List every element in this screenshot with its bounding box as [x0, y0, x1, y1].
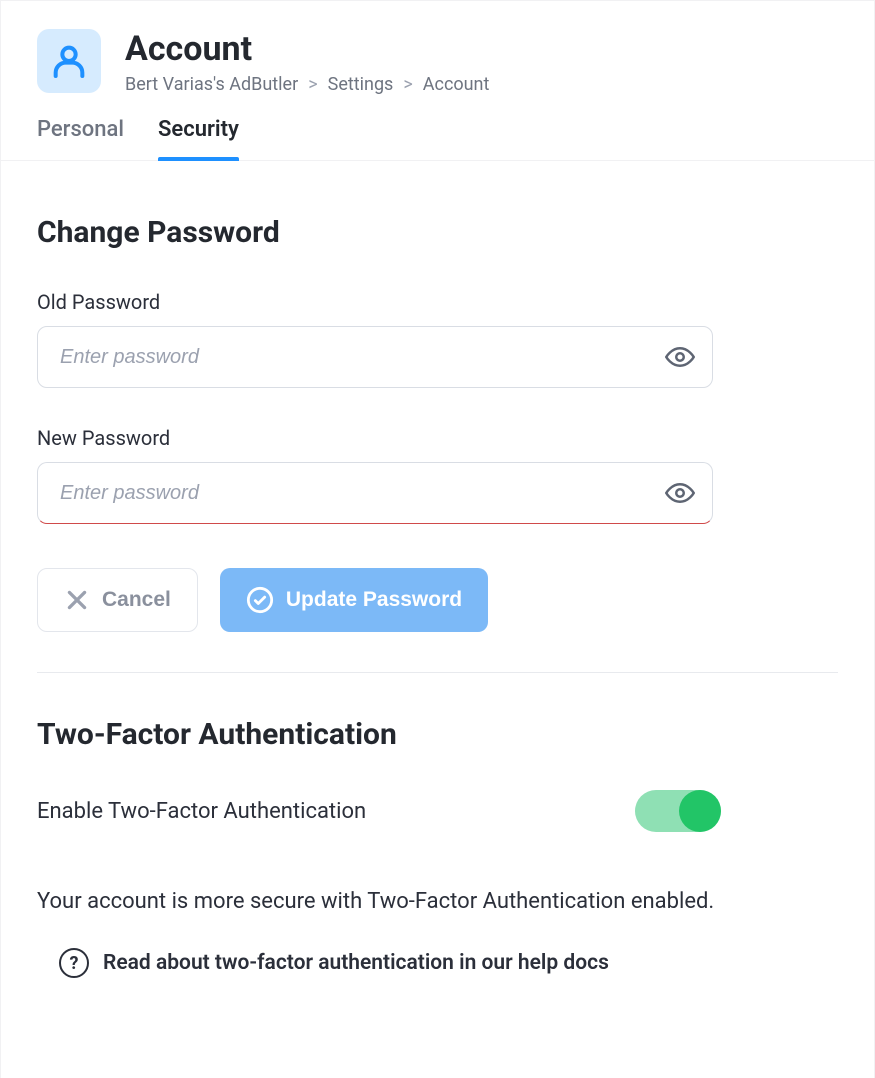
eye-icon[interactable] — [665, 478, 695, 508]
new-password-input[interactable] — [37, 462, 713, 524]
tfa-toggle-label: Enable Two-Factor Authentication — [37, 799, 366, 824]
two-factor-section: Two-Factor Authentication Enable Two-Fac… — [1, 673, 757, 978]
page-title: Account — [125, 31, 489, 68]
section-heading: Two-Factor Authentication — [37, 717, 721, 752]
page-header: Account Bert Varias's AdButler > Setting… — [1, 1, 874, 95]
tfa-toggle[interactable] — [635, 790, 721, 832]
tfa-help-text: Read about two-factor authentication in … — [103, 951, 609, 975]
eye-icon[interactable] — [665, 342, 695, 372]
old-password-label: Old Password — [37, 290, 838, 314]
cancel-button[interactable]: Cancel — [37, 568, 198, 632]
breadcrumb: Bert Varias's AdButler > Settings > Acco… — [125, 74, 489, 95]
new-password-label: New Password — [37, 426, 838, 450]
chevron-right-icon: > — [308, 74, 317, 95]
tab-bar: Personal Security — [1, 95, 874, 161]
close-icon — [64, 587, 90, 613]
tfa-help-link[interactable]: ? Read about two-factor authentication i… — [37, 948, 721, 978]
update-password-button-label: Update Password — [286, 588, 462, 612]
tfa-description: Your account is more secure with Two-Fac… — [37, 886, 721, 918]
tab-security[interactable]: Security — [158, 117, 239, 160]
toggle-knob — [679, 790, 721, 832]
update-password-button[interactable]: Update Password — [220, 568, 488, 632]
old-password-input[interactable] — [37, 326, 713, 388]
breadcrumb-item[interactable]: Settings — [328, 74, 394, 95]
breadcrumb-item: Account — [423, 74, 490, 95]
change-password-section: Change Password Old Password New Passwor… — [1, 161, 874, 672]
check-circle-icon — [246, 586, 274, 614]
cancel-button-label: Cancel — [102, 588, 171, 612]
chevron-right-icon: > — [403, 74, 412, 95]
question-icon: ? — [59, 948, 89, 978]
breadcrumb-item[interactable]: Bert Varias's AdButler — [125, 74, 298, 95]
tab-personal[interactable]: Personal — [37, 117, 124, 160]
account-icon — [37, 29, 101, 93]
section-heading: Change Password — [37, 215, 838, 250]
